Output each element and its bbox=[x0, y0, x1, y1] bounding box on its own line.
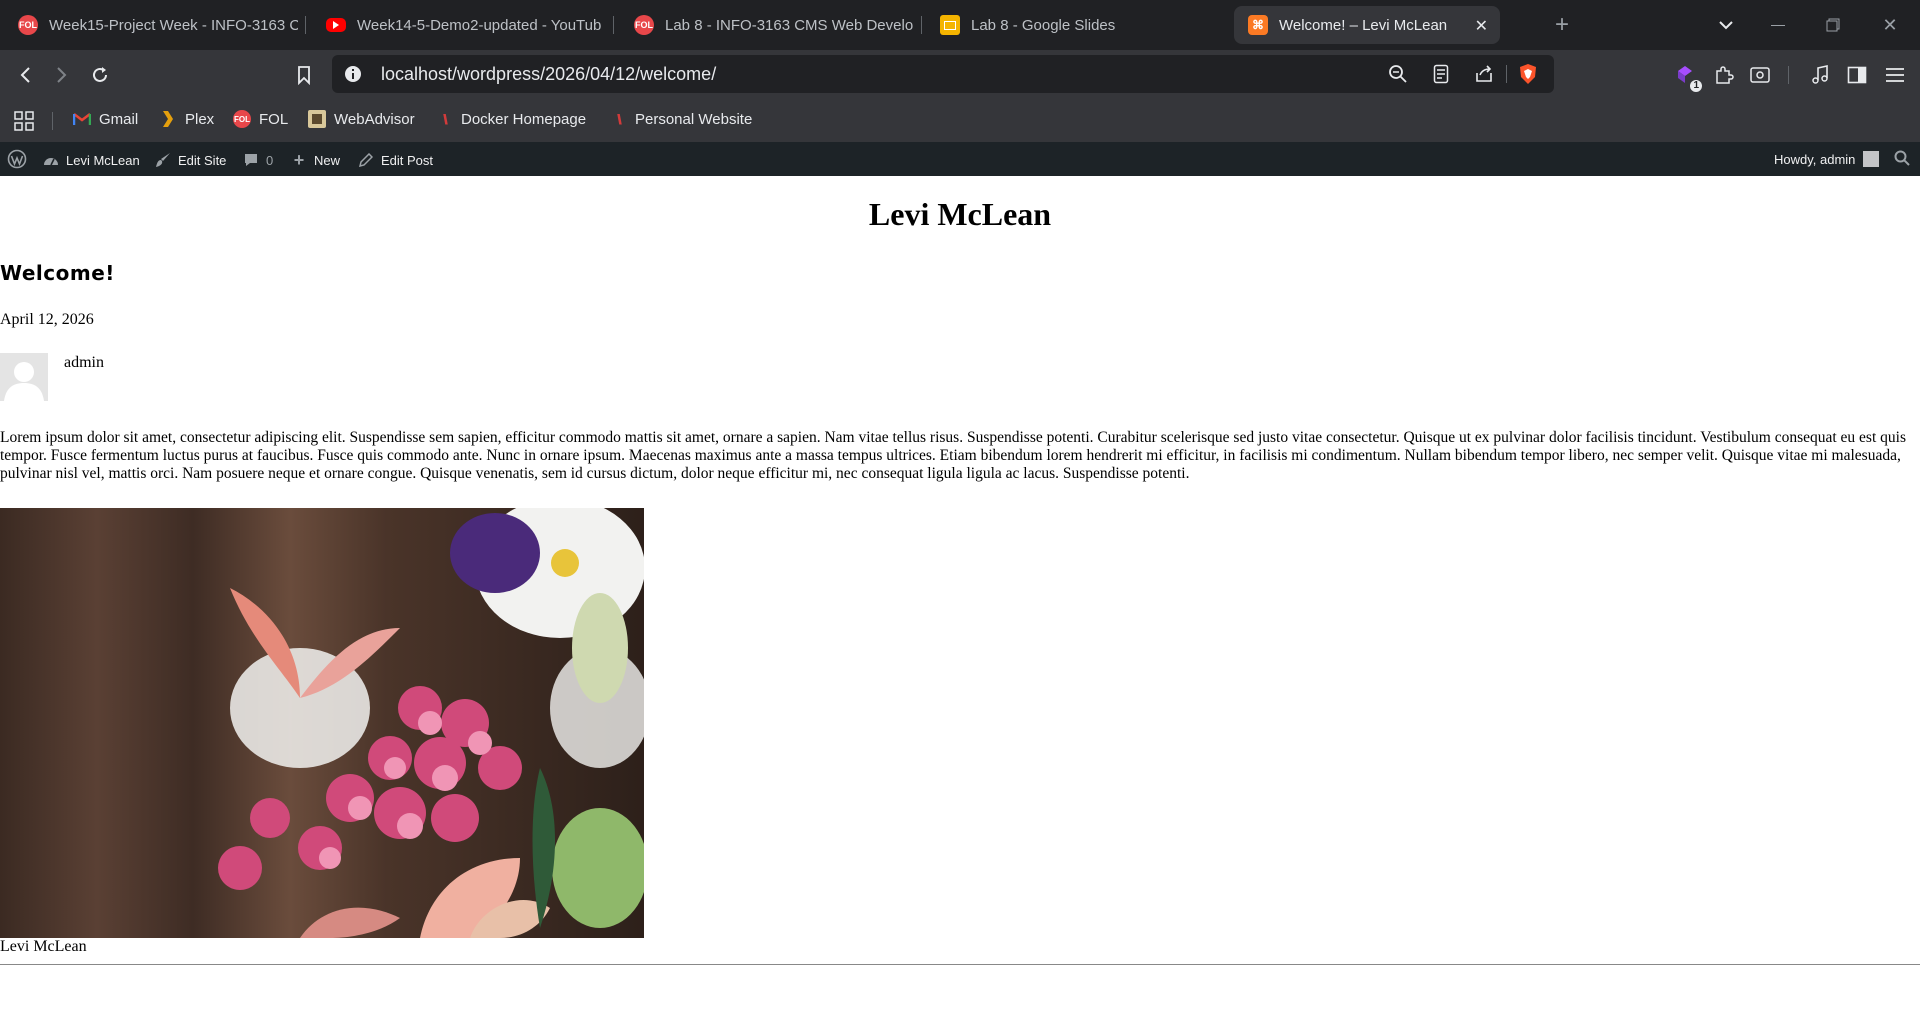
tab-youtube-demo[interactable]: Week14-5-Demo2-updated - YouTub bbox=[326, 6, 606, 44]
media-controls-icon[interactable] bbox=[1805, 60, 1835, 90]
post-date[interactable]: April 12, 2026 bbox=[0, 311, 94, 329]
address-bar[interactable]: localhost/wordpress/2026/04/12/welcome/ bbox=[332, 55, 1554, 93]
reader-mode-icon[interactable] bbox=[1426, 59, 1456, 89]
wp-my-account[interactable]: Howdy, admin bbox=[1774, 151, 1880, 167]
reload-icon[interactable] bbox=[85, 60, 115, 90]
forward-arrow-icon[interactable] bbox=[46, 60, 76, 90]
tab-separator bbox=[305, 16, 306, 34]
bookmarks-bar: Gmail Plex FOL FOL WebAdvisor \\ Docker … bbox=[0, 100, 1920, 142]
gmail-icon bbox=[73, 110, 91, 128]
bookmarks-divider bbox=[52, 112, 53, 130]
plex-icon bbox=[159, 110, 177, 128]
wp-edit-site[interactable]: Edit Site bbox=[154, 151, 226, 169]
bookmark-gmail[interactable]: Gmail bbox=[73, 110, 138, 128]
fol-icon: FOL bbox=[233, 110, 251, 128]
bookmark-label: Gmail bbox=[99, 110, 139, 128]
webadvisor-icon bbox=[308, 110, 326, 128]
tab-title: Week14-5-Demo2-updated - YouTub bbox=[357, 16, 602, 34]
browser-menu-icon[interactable] bbox=[1880, 60, 1910, 90]
bookmark-personal-website[interactable]: \\ Personal Website bbox=[609, 110, 752, 128]
bookmark-webadvisor[interactable]: WebAdvisor bbox=[308, 110, 415, 128]
apps-grid-icon[interactable] bbox=[9, 106, 39, 136]
post-author[interactable]: admin bbox=[64, 354, 104, 372]
xampp-icon: ⌘ bbox=[1248, 15, 1268, 35]
back-arrow-icon[interactable] bbox=[11, 60, 41, 90]
wp-new-label: New bbox=[314, 152, 341, 168]
tab-welcome-active[interactable]: ⌘ Welcome! – Levi McLean ✕ bbox=[1234, 6, 1500, 44]
close-window-icon[interactable]: ✕ bbox=[1875, 10, 1905, 40]
docker-icon: \\ bbox=[443, 111, 447, 127]
extensions-badge: 1 bbox=[1690, 80, 1702, 92]
site-title[interactable]: Levi McLean bbox=[0, 196, 1920, 233]
wp-edit-post[interactable]: Edit Post bbox=[357, 151, 433, 169]
bookmark-label: Plex bbox=[185, 110, 215, 128]
flower-bouquet-image bbox=[0, 508, 644, 938]
wp-search-icon[interactable] bbox=[1894, 150, 1910, 166]
youtube-icon bbox=[326, 18, 346, 32]
close-tab-icon[interactable]: ✕ bbox=[1475, 16, 1488, 36]
fol-icon: FOL bbox=[18, 15, 38, 35]
toolbar-divider bbox=[1788, 66, 1789, 84]
tab-title: Week15-Project Week - INFO-3163 C bbox=[49, 16, 298, 34]
tab-title: Welcome! – Levi McLean bbox=[1279, 16, 1448, 34]
minimize-window-icon[interactable] bbox=[1763, 10, 1793, 40]
admin-avatar bbox=[1863, 151, 1880, 167]
wp-howdy-label: Howdy, admin bbox=[1774, 151, 1856, 167]
browser-tab-strip: FOL Week15-Project Week - INFO-3163 C We… bbox=[0, 0, 1920, 50]
brush-icon bbox=[154, 151, 172, 169]
brave-rewards-icon[interactable]: 1 bbox=[1670, 60, 1702, 92]
wp-comments[interactable]: 0 bbox=[242, 151, 273, 169]
zoom-icon[interactable] bbox=[1383, 59, 1413, 89]
dashboard-gauge-icon bbox=[42, 151, 60, 169]
wp-edit-post-label: Edit Post bbox=[381, 152, 434, 168]
wp-site-name-label: Levi McLean bbox=[66, 152, 140, 168]
new-tab-button[interactable]: + bbox=[1547, 10, 1577, 40]
bookmark-label: Docker Homepage bbox=[461, 110, 587, 128]
wp-edit-site-label: Edit Site bbox=[178, 152, 227, 168]
tab-title: Lab 8 - INFO-3163 CMS Web Develo bbox=[665, 16, 914, 34]
omnibox-divider bbox=[1506, 65, 1507, 83]
bookmark-docker-homepage[interactable]: \\ Docker Homepage bbox=[435, 110, 586, 128]
post-body: Lorem ipsum dolor sit amet, consectetur … bbox=[0, 429, 1906, 482]
wp-site-name[interactable]: Levi McLean bbox=[42, 151, 140, 169]
bookmark-label: Personal Website bbox=[635, 110, 753, 128]
wallet-icon[interactable] bbox=[1745, 60, 1775, 90]
tab-lab8-fol[interactable]: FOL Lab 8 - INFO-3163 CMS Web Develo bbox=[634, 6, 914, 44]
site-info-icon[interactable] bbox=[338, 59, 368, 89]
tab-lab8-slides[interactable]: Lab 8 - Google Slides bbox=[940, 6, 1220, 44]
author-avatar bbox=[0, 353, 48, 401]
url-text[interactable]: localhost/wordpress/2026/04/12/welcome/ bbox=[381, 64, 716, 85]
restore-window-icon[interactable] bbox=[1818, 10, 1848, 40]
pencil-icon bbox=[357, 151, 375, 169]
fol-icon: FOL bbox=[634, 15, 654, 35]
website-icon: \\ bbox=[617, 111, 621, 127]
tab-week15-project[interactable]: FOL Week15-Project Week - INFO-3163 C bbox=[18, 6, 298, 44]
wordpress-logo-icon[interactable] bbox=[7, 149, 27, 169]
slides-icon bbox=[940, 15, 960, 35]
tab-separator bbox=[613, 16, 614, 34]
wp-admin-bar: Levi McLean Edit Site 0 + New Edit Post … bbox=[0, 142, 1920, 176]
share-icon[interactable] bbox=[1469, 59, 1499, 89]
bookmark-fol[interactable]: FOL FOL bbox=[233, 110, 288, 128]
bookmark-label: FOL bbox=[259, 110, 289, 128]
post-title: Welcome! bbox=[0, 261, 115, 285]
footer-site-name[interactable]: Levi McLean bbox=[0, 938, 87, 956]
wp-comments-count: 0 bbox=[266, 152, 274, 168]
bookmark-label: WebAdvisor bbox=[334, 110, 415, 128]
wp-new[interactable]: + New bbox=[290, 149, 341, 170]
bookmark-plex[interactable]: Plex bbox=[159, 110, 214, 128]
bookmark-page-icon[interactable] bbox=[289, 60, 319, 90]
sidebar-toggle-icon[interactable] bbox=[1842, 60, 1872, 90]
browser-toolbar: localhost/wordpress/2026/04/12/welcome/ … bbox=[0, 50, 1920, 100]
plus-icon: + bbox=[293, 149, 305, 170]
tab-separator bbox=[921, 16, 922, 34]
footer-divider bbox=[0, 964, 1920, 965]
extensions-puzzle-icon[interactable] bbox=[1709, 60, 1739, 90]
tab-title: Lab 8 - Google Slides bbox=[971, 16, 1116, 34]
comment-bubble-icon bbox=[242, 151, 260, 169]
brave-shields-icon[interactable] bbox=[1513, 59, 1543, 89]
tab-search-chevron-icon[interactable] bbox=[1711, 10, 1741, 40]
